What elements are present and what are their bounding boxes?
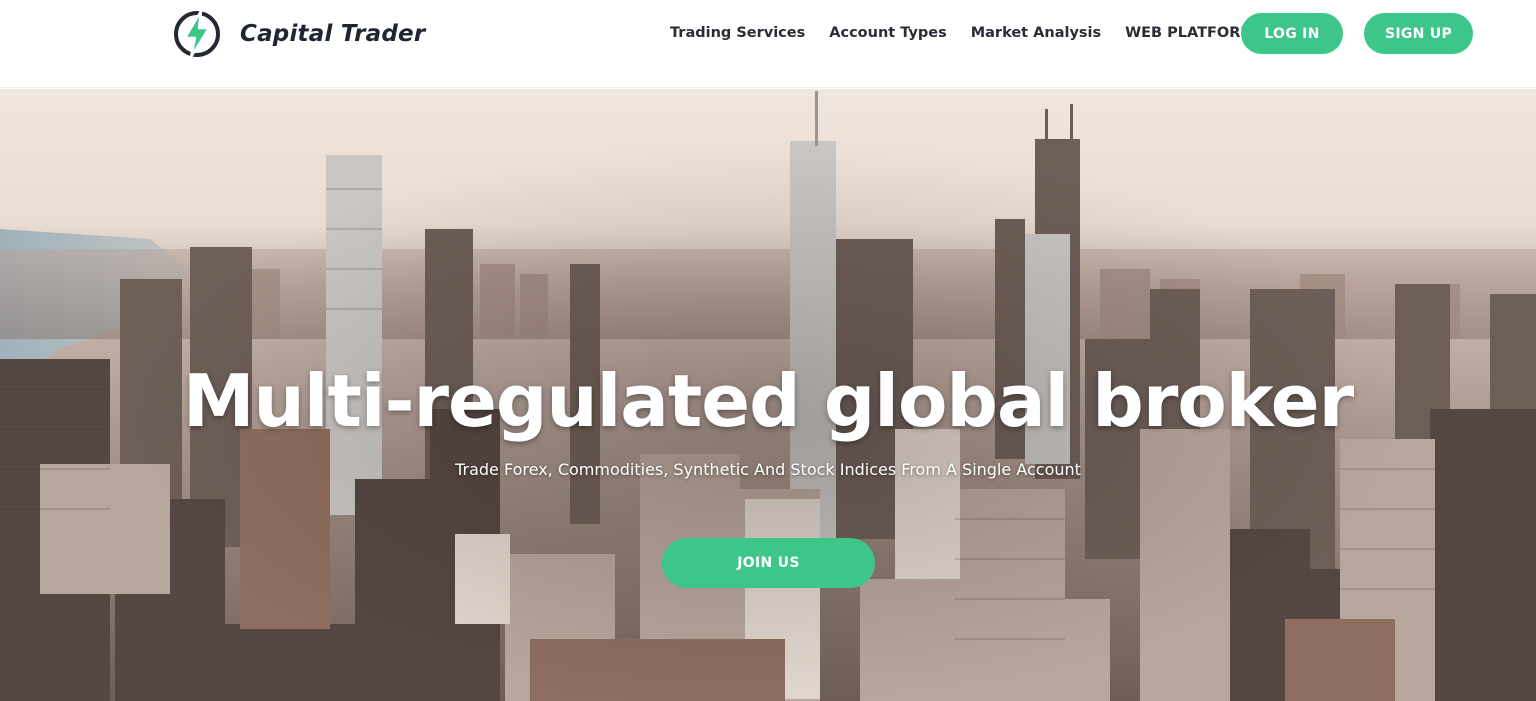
hero-title: Multi-regulated global broker — [182, 359, 1354, 443]
brand-logo[interactable]: Capital Trader — [171, 7, 425, 61]
nav-item-market-analysis[interactable]: Market Analysis — [971, 25, 1101, 41]
signup-button[interactable]: SIGN UP — [1364, 13, 1473, 54]
join-us-button[interactable]: JOIN US — [662, 538, 875, 588]
main-navigation: Trading Services Account Types Market An… — [670, 0, 1279, 66]
login-button[interactable]: LOG IN — [1241, 13, 1343, 54]
hero-subtitle: Trade Forex, Commodities, Synthetic And … — [455, 460, 1081, 479]
brand-name: Capital Trader — [240, 21, 426, 47]
nav-item-trading-services[interactable]: Trading Services — [670, 25, 805, 41]
hero-section: Multi-regulated global broker Trade Fore… — [0, 89, 1536, 701]
nav-item-web-platform[interactable]: WEB PLATFORM — [1125, 25, 1255, 41]
site-header: Capital Trader Trading Services Account … — [0, 0, 1536, 88]
nav-item-account-types[interactable]: Account Types — [829, 25, 946, 41]
lightning-bolt-icon — [174, 9, 220, 59]
